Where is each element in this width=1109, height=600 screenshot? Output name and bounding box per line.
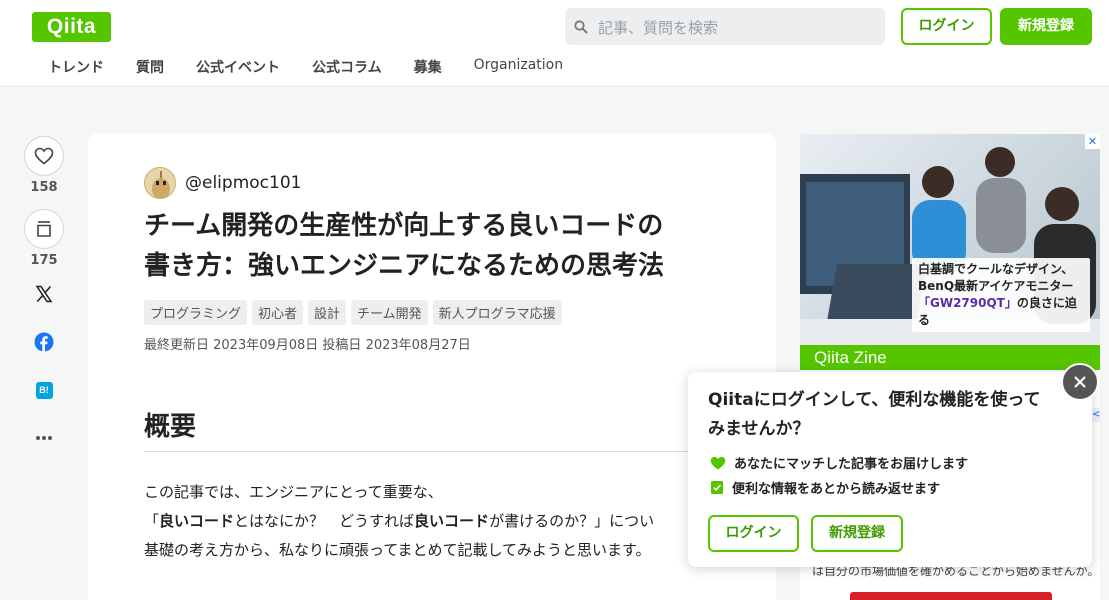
sidebar-ad[interactable]: 白基調でクールなデザイン、 BenQ最新アイケアモニター 「GW2790QT」の… — [800, 134, 1100, 370]
tag-item[interactable]: 設計 — [308, 300, 347, 325]
stock-button[interactable] — [24, 209, 64, 249]
nav-organization[interactable]: Organization — [474, 57, 564, 77]
nav-official-events[interactable]: 公式イベント — [196, 57, 280, 77]
tag-item[interactable]: プログラミング — [144, 300, 248, 325]
stock-count: 175 — [30, 253, 58, 268]
login-button[interactable]: ログイン — [901, 8, 992, 45]
close-icon — [1074, 376, 1086, 388]
heart-icon — [34, 147, 54, 165]
body-text-fragment: とはなにか？ どうすれば — [234, 512, 415, 530]
ad-peek-icon: < — [1092, 408, 1100, 422]
avatar[interactable] — [144, 167, 176, 199]
tag-list: プログラミング 初心者 設計 チーム開発 新人プログラマ応援 — [144, 300, 562, 325]
nav-questions[interactable]: 質問 — [136, 57, 164, 77]
x-icon — [35, 285, 53, 303]
share-x-button[interactable] — [24, 282, 64, 306]
search-icon — [574, 20, 588, 34]
popup-signup-button[interactable]: 新規登録 — [811, 515, 903, 552]
article-action-rail: 158 175 B! — [24, 136, 64, 474]
article-title: チーム開発の生産性が向上する良いコードの 書き方：強いエンジニアになるための思考… — [144, 206, 744, 286]
article-dates: 最終更新日 2023年09月08日 投稿日 2023年08月27日 — [144, 338, 471, 353]
more-button[interactable] — [24, 426, 64, 450]
search-placeholder: 記事、質問を検索 — [598, 19, 719, 37]
body-bold-text: 良いコード — [159, 512, 235, 530]
popup-benefit: あなたにマッチした記事をお届けします — [710, 453, 968, 472]
author[interactable]: @elipmoc101 — [144, 167, 301, 199]
search-input[interactable]: 記事、質問を検索 — [565, 8, 885, 45]
popup-close-button[interactable] — [1061, 363, 1099, 401]
ad-caption-highlight: 「GW2790QT」 — [918, 296, 1017, 310]
facebook-icon — [34, 332, 54, 352]
heart-icon — [710, 456, 726, 469]
login-prompt-popup: Qiitaにログインして、便利な機能を使ってみませんか？ あなたにマッチした記事… — [688, 372, 1092, 567]
avatar-image — [145, 168, 175, 198]
article-title-line1: チーム開発の生産性が向上する良いコードの — [144, 211, 664, 241]
nav-recruitment[interactable]: 募集 — [414, 57, 442, 77]
ad-caption: 白基調でクールなデザイン、 BenQ最新アイケアモニター 「GW2790QT」の… — [912, 258, 1090, 332]
ad-caption-line: BenQ最新アイケアモニター — [918, 279, 1074, 293]
body-bold-text: 良いコード — [414, 512, 490, 530]
ad-close-icon[interactable]: ✕ — [1085, 134, 1100, 149]
section-heading: 概要 — [144, 406, 776, 452]
nav-trend[interactable]: トレンド — [48, 57, 104, 77]
hatena-bookmark-icon: B! — [35, 381, 53, 399]
article-title-line2: 書き方：強いエンジニアになるための思考法 — [144, 251, 665, 281]
body-text-fragment: 「 — [144, 512, 160, 530]
main-nav: トレンド 質問 公式イベント 公式コラム 募集 Organization — [48, 57, 595, 77]
site-header: Qiita 記事、質問を検索 ログイン 新規登録 トレンド 質問 公式イベント … — [0, 0, 1109, 87]
popup-title: Qiitaにログインして、便利な機能を使ってみませんか？ — [708, 390, 1041, 439]
tag-item[interactable]: 新人プログラマ応援 — [432, 300, 562, 325]
ad-brand-bar: Qiita Zine — [800, 345, 1100, 370]
nav-official-column[interactable]: 公式コラム — [312, 57, 382, 77]
stock-check-icon — [711, 481, 723, 494]
popup-benefit-text: あなたにマッチした記事をお届けします — [734, 457, 969, 472]
ad-caption-line: 「GW2790QT」の良さに迫る — [918, 295, 1084, 329]
article-card: @elipmoc101 チーム開発の生産性が向上する良いコードの 書き方：強いエ… — [88, 134, 776, 600]
ad-caption-line: 白基調でクールなデザイン、 — [918, 262, 1074, 276]
popup-login-button[interactable]: ログイン — [708, 515, 799, 552]
qiita-logo[interactable]: Qiita — [32, 12, 111, 42]
tag-item[interactable]: 初心者 — [252, 300, 304, 325]
body-text-fragment: が書けるのか？」につい — [489, 512, 655, 530]
tag-item[interactable]: チーム開発 — [351, 300, 428, 325]
share-hatena-button[interactable]: B! — [24, 378, 64, 402]
popup-benefit-text: 便利な情報をあとから読み返せます — [732, 482, 941, 497]
like-count: 158 — [30, 180, 58, 195]
stock-icon — [37, 221, 51, 237]
author-username[interactable]: @elipmoc101 — [185, 173, 301, 193]
share-facebook-button[interactable] — [24, 330, 64, 354]
ad-secondary-button[interactable] — [850, 592, 1052, 600]
signup-button[interactable]: 新規登録 — [1000, 8, 1092, 45]
like-button[interactable] — [24, 136, 64, 176]
more-icon — [36, 436, 52, 440]
popup-benefit: 便利な情報をあとから読み返せます — [710, 478, 940, 497]
